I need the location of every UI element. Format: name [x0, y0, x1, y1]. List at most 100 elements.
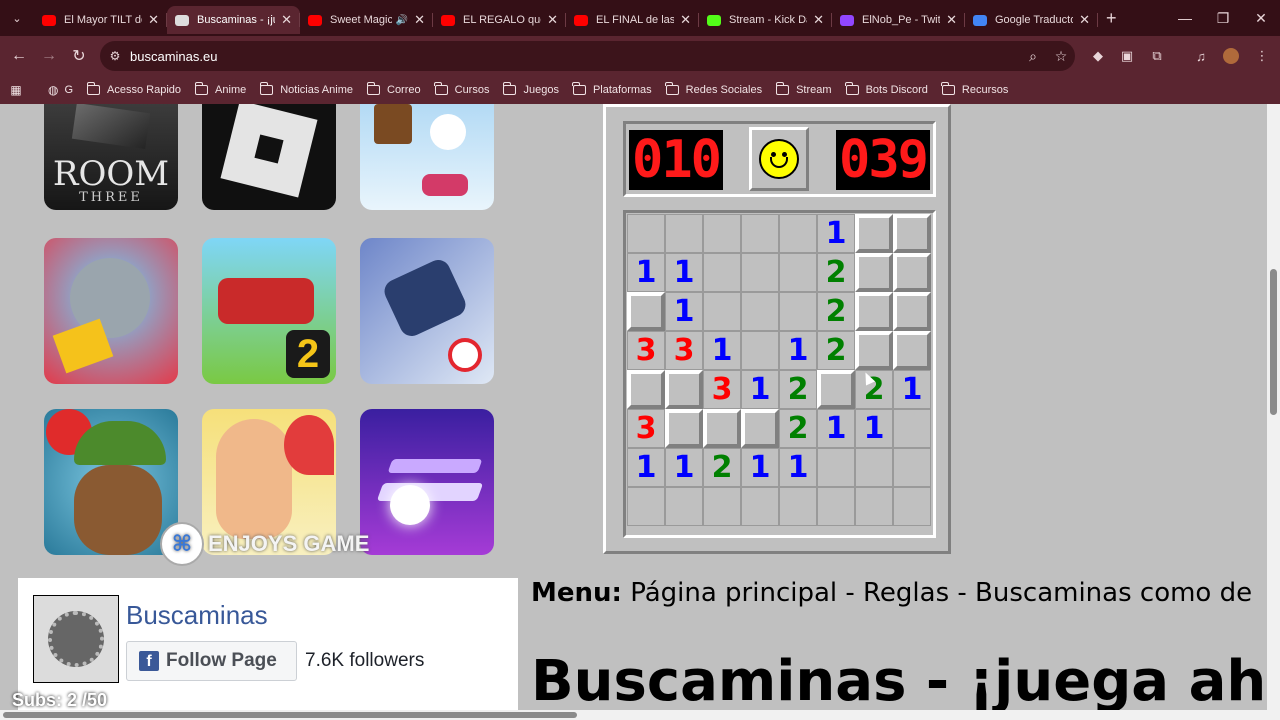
bookmark-folder[interactable]: Correo: [366, 82, 421, 96]
new-tab-button[interactable]: +: [1106, 8, 1117, 29]
mine-cell[interactable]: 3: [665, 331, 703, 370]
zoom-icon[interactable]: ⌕: [1019, 48, 1047, 65]
mine-cell[interactable]: [665, 409, 703, 448]
follow-page-button[interactable]: f Follow Page: [126, 641, 297, 681]
mine-cell[interactable]: [703, 487, 741, 526]
mine-cell[interactable]: [627, 487, 665, 526]
mine-cell[interactable]: [855, 331, 893, 370]
mine-cell[interactable]: [817, 487, 855, 526]
mine-cell[interactable]: [703, 292, 741, 331]
mine-cell[interactable]: [893, 448, 931, 487]
bookmark-folder[interactable]: Plataformas: [572, 82, 652, 96]
mine-cell[interactable]: 2: [779, 409, 817, 448]
bookmark-folder[interactable]: Anime: [194, 82, 246, 96]
extensions-puzzle-icon[interactable]: ⧉: [1145, 44, 1169, 68]
mine-cell[interactable]: 2: [817, 253, 855, 292]
mine-cell[interactable]: 1: [627, 253, 665, 292]
mine-cell[interactable]: 1: [665, 292, 703, 331]
mine-cell[interactable]: 1: [817, 409, 855, 448]
mine-cell[interactable]: [855, 292, 893, 331]
close-tab-icon[interactable]: ✕: [414, 12, 425, 28]
back-button[interactable]: ←: [4, 41, 34, 71]
address-bar[interactable]: ⚙ buscaminas.eu ⌕ ☆: [100, 41, 1075, 71]
tab-5[interactable]: Stream - Kick Da ✕: [699, 6, 832, 34]
mine-cell[interactable]: 1: [665, 253, 703, 292]
mine-cell[interactable]: [779, 253, 817, 292]
mine-cell[interactable]: [703, 409, 741, 448]
mine-cell[interactable]: [741, 331, 779, 370]
mine-cell[interactable]: [855, 487, 893, 526]
mine-cell[interactable]: [893, 253, 931, 292]
mine-cell[interactable]: 2: [817, 292, 855, 331]
mine-cell[interactable]: [627, 214, 665, 253]
horizontal-scrollbar[interactable]: [0, 710, 1267, 720]
mine-cell[interactable]: 2: [703, 448, 741, 487]
mine-cell[interactable]: [779, 487, 817, 526]
tab-0[interactable]: El Mayor TILT de ✕: [34, 6, 167, 34]
forward-button[interactable]: →: [34, 41, 64, 71]
tab-3[interactable]: EL REGALO que l ✕: [433, 6, 566, 34]
site-info-icon[interactable]: ⚙: [100, 49, 130, 63]
mine-cell[interactable]: 3: [703, 370, 741, 409]
mine-cell[interactable]: [855, 448, 893, 487]
bookmark-folder[interactable]: Cursos: [434, 82, 489, 96]
tab-search-button[interactable]: ⌄: [0, 0, 34, 36]
app-talking-tom-gold-run[interactable]: [44, 238, 178, 384]
mine-cell[interactable]: [855, 253, 893, 292]
tab-4[interactable]: EL FINAL de las l ✕: [566, 6, 699, 34]
bookmark-folder[interactable]: Recursos: [941, 82, 1008, 96]
minimize-button[interactable]: —: [1166, 0, 1204, 36]
profile-avatar[interactable]: [1219, 44, 1243, 68]
app-tiles-hop[interactable]: [360, 409, 494, 555]
vertical-scrollbar[interactable]: [1267, 104, 1280, 720]
mine-cell[interactable]: [779, 214, 817, 253]
mine-cell[interactable]: 1: [741, 448, 779, 487]
mine-cell[interactable]: 2: [817, 331, 855, 370]
bookmark-folder[interactable]: Stream: [775, 82, 832, 96]
tab-1[interactable]: Buscaminas - ¡ju ✕: [167, 6, 300, 34]
audio-playing-icon[interactable]: 🔊: [396, 15, 408, 26]
mine-cell[interactable]: [741, 292, 779, 331]
mine-cell[interactable]: 1: [779, 331, 817, 370]
bookmark-folder[interactable]: Redes Sociales: [665, 82, 762, 96]
bookmark-star-icon[interactable]: ☆: [1047, 48, 1075, 65]
mine-cell[interactable]: 3: [627, 331, 665, 370]
mine-cell[interactable]: [741, 253, 779, 292]
app-hill-climb-racing-2[interactable]: 2: [202, 238, 336, 384]
tab-6[interactable]: ElNob_Pe - Twitc ✕: [832, 6, 965, 34]
close-tab-icon[interactable]: ✕: [281, 12, 292, 28]
mine-cell[interactable]: [893, 214, 931, 253]
bookmark-folder[interactable]: Bots Discord: [845, 82, 928, 96]
mine-cell[interactable]: [741, 487, 779, 526]
app-free-fire[interactable]: [360, 238, 494, 384]
bookmark-folder[interactable]: Noticias Anime: [259, 82, 353, 96]
extension-icon-2[interactable]: ▣: [1115, 44, 1139, 68]
bookmark-folder[interactable]: Juegos: [502, 82, 559, 96]
close-tab-icon[interactable]: ✕: [547, 12, 558, 28]
mine-cell[interactable]: [741, 214, 779, 253]
browser-menu-icon[interactable]: ⋮: [1250, 44, 1274, 68]
media-control-icon[interactable]: ♫: [1189, 44, 1213, 68]
menu-links[interactable]: Página principal - Reglas - Buscaminas c…: [630, 578, 1252, 608]
mine-cell[interactable]: [893, 331, 931, 370]
close-window-button[interactable]: ✕: [1242, 0, 1280, 36]
mine-cell[interactable]: [665, 370, 703, 409]
mine-cell[interactable]: 1: [893, 370, 931, 409]
reset-smiley-button[interactable]: [749, 127, 809, 191]
mine-cell[interactable]: 1: [703, 331, 741, 370]
mine-cell[interactable]: 1: [779, 448, 817, 487]
close-tab-icon[interactable]: ✕: [946, 12, 957, 28]
mine-cell[interactable]: [817, 448, 855, 487]
mine-cell[interactable]: [665, 487, 703, 526]
reload-button[interactable]: ↻: [64, 41, 94, 71]
apps-grid-icon[interactable]: ▦: [0, 83, 32, 97]
page-avatar[interactable]: [33, 595, 119, 683]
app-roblox[interactable]: [202, 104, 336, 210]
extension-icon[interactable]: ◆: [1086, 44, 1110, 68]
mine-cell[interactable]: [627, 370, 665, 409]
mine-cell[interactable]: [893, 292, 931, 331]
close-tab-icon[interactable]: ✕: [148, 12, 159, 28]
mine-cell[interactable]: [741, 409, 779, 448]
close-tab-icon[interactable]: ✕: [680, 12, 691, 28]
bookmark-g[interactable]: ◍ G: [48, 83, 73, 97]
